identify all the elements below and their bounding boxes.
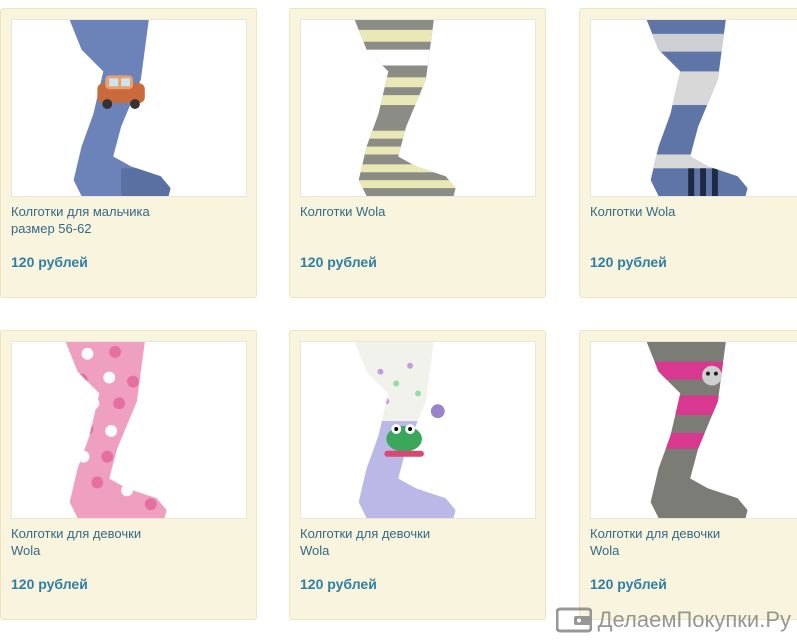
tights-grey-pink-stripes-icon bbox=[646, 342, 748, 518]
product-price: 120 рублей bbox=[300, 254, 377, 270]
product-name[interactable]: Колготки Wola bbox=[590, 203, 797, 220]
product-price: 120 рублей bbox=[11, 254, 88, 270]
watermark-text: ДелаемПокупки.Ру bbox=[597, 607, 791, 632]
product-price: 120 рублей bbox=[590, 254, 667, 270]
tights-lilac-frog-icon bbox=[354, 342, 456, 518]
product-name[interactable]: Колготки для девочки Wola bbox=[300, 525, 536, 559]
product-card[interactable]: Колготки Wola 120 рублей bbox=[289, 8, 546, 298]
product-price: 120 рублей bbox=[300, 576, 377, 592]
product-image[interactable] bbox=[11, 341, 247, 519]
product-card[interactable]: Колготки для мальчика размер 56-62 120 р… bbox=[0, 8, 257, 298]
product-image[interactable] bbox=[300, 19, 536, 197]
tights-blue-grey-stripes-icon bbox=[646, 20, 748, 196]
product-price: 120 рублей bbox=[590, 576, 667, 592]
tights-pink-dots-icon bbox=[65, 342, 167, 518]
tights-blue-car-icon bbox=[69, 20, 171, 196]
watermark: ДелаемПокупки.Ру bbox=[555, 607, 791, 633]
product-image[interactable] bbox=[11, 19, 247, 197]
product-card[interactable]: Колготки для девочки Wola 120 рублей bbox=[579, 330, 797, 620]
product-image[interactable] bbox=[590, 19, 797, 197]
product-image[interactable] bbox=[590, 341, 797, 519]
product-price: 120 рублей bbox=[11, 576, 88, 592]
product-name[interactable]: Колготки Wola bbox=[300, 203, 536, 220]
product-card[interactable]: Колготки для девочки Wola 120 рублей bbox=[0, 330, 257, 620]
product-name[interactable]: Колготки для мальчика размер 56-62 bbox=[11, 203, 247, 237]
wallet-logo-icon bbox=[555, 607, 592, 633]
product-card[interactable]: Колготки Wola 120 рублей bbox=[579, 8, 797, 298]
tights-grey-yellow-stripes-icon bbox=[354, 20, 456, 196]
product-card[interactable]: Колготки для девочки Wola 120 рублей bbox=[289, 330, 546, 620]
product-name[interactable]: Колготки для девочки Wola bbox=[590, 525, 797, 559]
product-name[interactable]: Колготки для девочки Wola bbox=[11, 525, 247, 559]
product-image[interactable] bbox=[300, 341, 536, 519]
